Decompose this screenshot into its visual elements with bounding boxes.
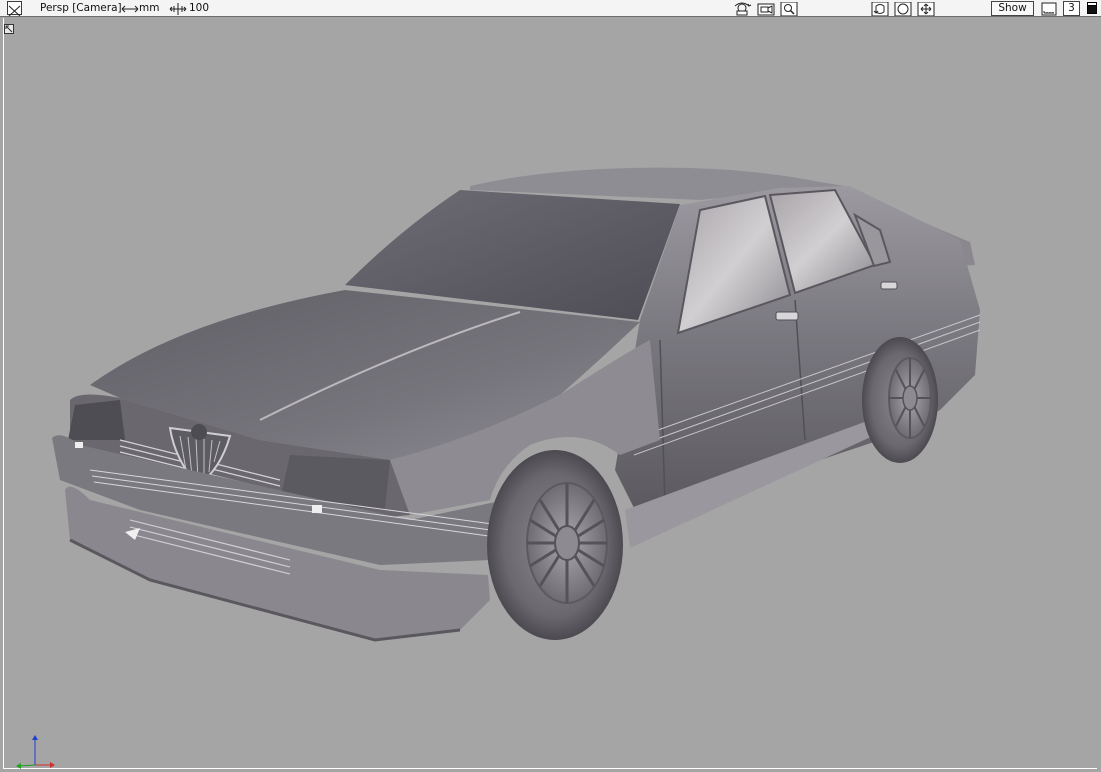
car-model[interactable] xyxy=(0,0,1101,772)
axis-triad-icon xyxy=(8,730,58,770)
